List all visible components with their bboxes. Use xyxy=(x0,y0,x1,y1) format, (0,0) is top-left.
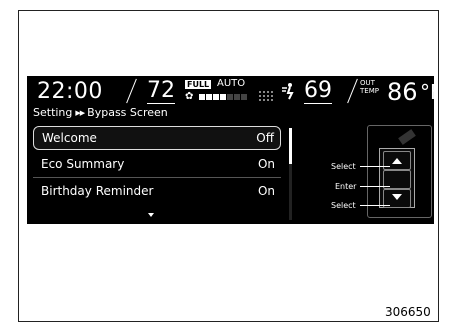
list-item-label: Eco Summary xyxy=(41,157,125,171)
fan-speed-segment xyxy=(206,94,212,100)
outside-temperature: 86 xyxy=(387,78,418,106)
temperature-unit: °F xyxy=(420,80,434,104)
list-item-label: Welcome xyxy=(42,131,97,145)
fan-speed-segment xyxy=(199,94,205,100)
scrollbar-thumb[interactable] xyxy=(289,128,292,164)
fan-speed-indicator xyxy=(199,94,247,100)
list-item-label: Birthday Reminder xyxy=(41,184,154,198)
list-item-value: On xyxy=(257,157,275,171)
divider xyxy=(126,78,137,104)
breadcrumb-current: Bypass Screen xyxy=(87,106,168,119)
outside-temp-label: OUT TEMP xyxy=(360,79,379,95)
settings-list: Welcome Off Eco Summary On Birthday Remi… xyxy=(33,123,281,205)
list-item-birthday-reminder[interactable]: Birthday Reminder On xyxy=(33,178,281,205)
display-screen: 22:00 72 FULL AUTO ✿ 69 OUT TEMP 86 °F S… xyxy=(27,76,434,224)
outside-temp-label-line1: OUT xyxy=(360,79,375,87)
list-item-value: On xyxy=(257,184,275,198)
leader-line xyxy=(360,166,390,167)
divider xyxy=(347,78,358,104)
full-badge: FULL xyxy=(185,80,212,89)
fan-icon: ✿ xyxy=(185,91,194,102)
auto-label: AUTO xyxy=(217,78,246,89)
enter-label: Enter xyxy=(335,182,357,191)
list-item-value: Off xyxy=(256,131,274,145)
figure-frame: 22:00 72 FULL AUTO ✿ 69 OUT TEMP 86 °F S… xyxy=(18,10,439,322)
up-arrow-icon xyxy=(392,158,402,164)
vent-mode-icon xyxy=(282,83,294,100)
list-item-welcome[interactable]: Welcome Off xyxy=(33,126,281,150)
fan-speed-segment xyxy=(220,94,226,100)
fan-speed-segment xyxy=(241,94,247,100)
select-down-label: Select xyxy=(331,201,356,210)
list-item-eco-summary[interactable]: Eco Summary On xyxy=(33,151,281,178)
scrollbar[interactable] xyxy=(289,128,292,220)
select-up-button[interactable] xyxy=(383,151,411,170)
breadcrumb: Setting ▶▶ Bypass Screen xyxy=(33,106,168,119)
leader-line xyxy=(360,186,390,187)
breadcrumb-parent[interactable]: Setting xyxy=(33,106,72,119)
figure-number: 306650 xyxy=(385,305,431,319)
fan-speed-segment xyxy=(213,94,219,100)
down-arrow-icon xyxy=(392,194,402,200)
select-up-label: Select xyxy=(331,162,356,171)
breadcrumb-separator-icon: ▶▶ xyxy=(75,109,85,117)
more-down-arrow-icon xyxy=(148,213,154,217)
passenger-temperature[interactable]: 69 xyxy=(304,79,332,104)
fan-speed-segment xyxy=(227,94,233,100)
clock: 22:00 xyxy=(37,79,103,104)
air-flow-dots-icon xyxy=(259,91,277,101)
fan-speed-segment xyxy=(234,94,240,100)
outside-temp-label-line2: TEMP xyxy=(360,87,379,95)
driver-temperature[interactable]: 72 xyxy=(147,79,175,104)
leader-line xyxy=(360,205,390,206)
